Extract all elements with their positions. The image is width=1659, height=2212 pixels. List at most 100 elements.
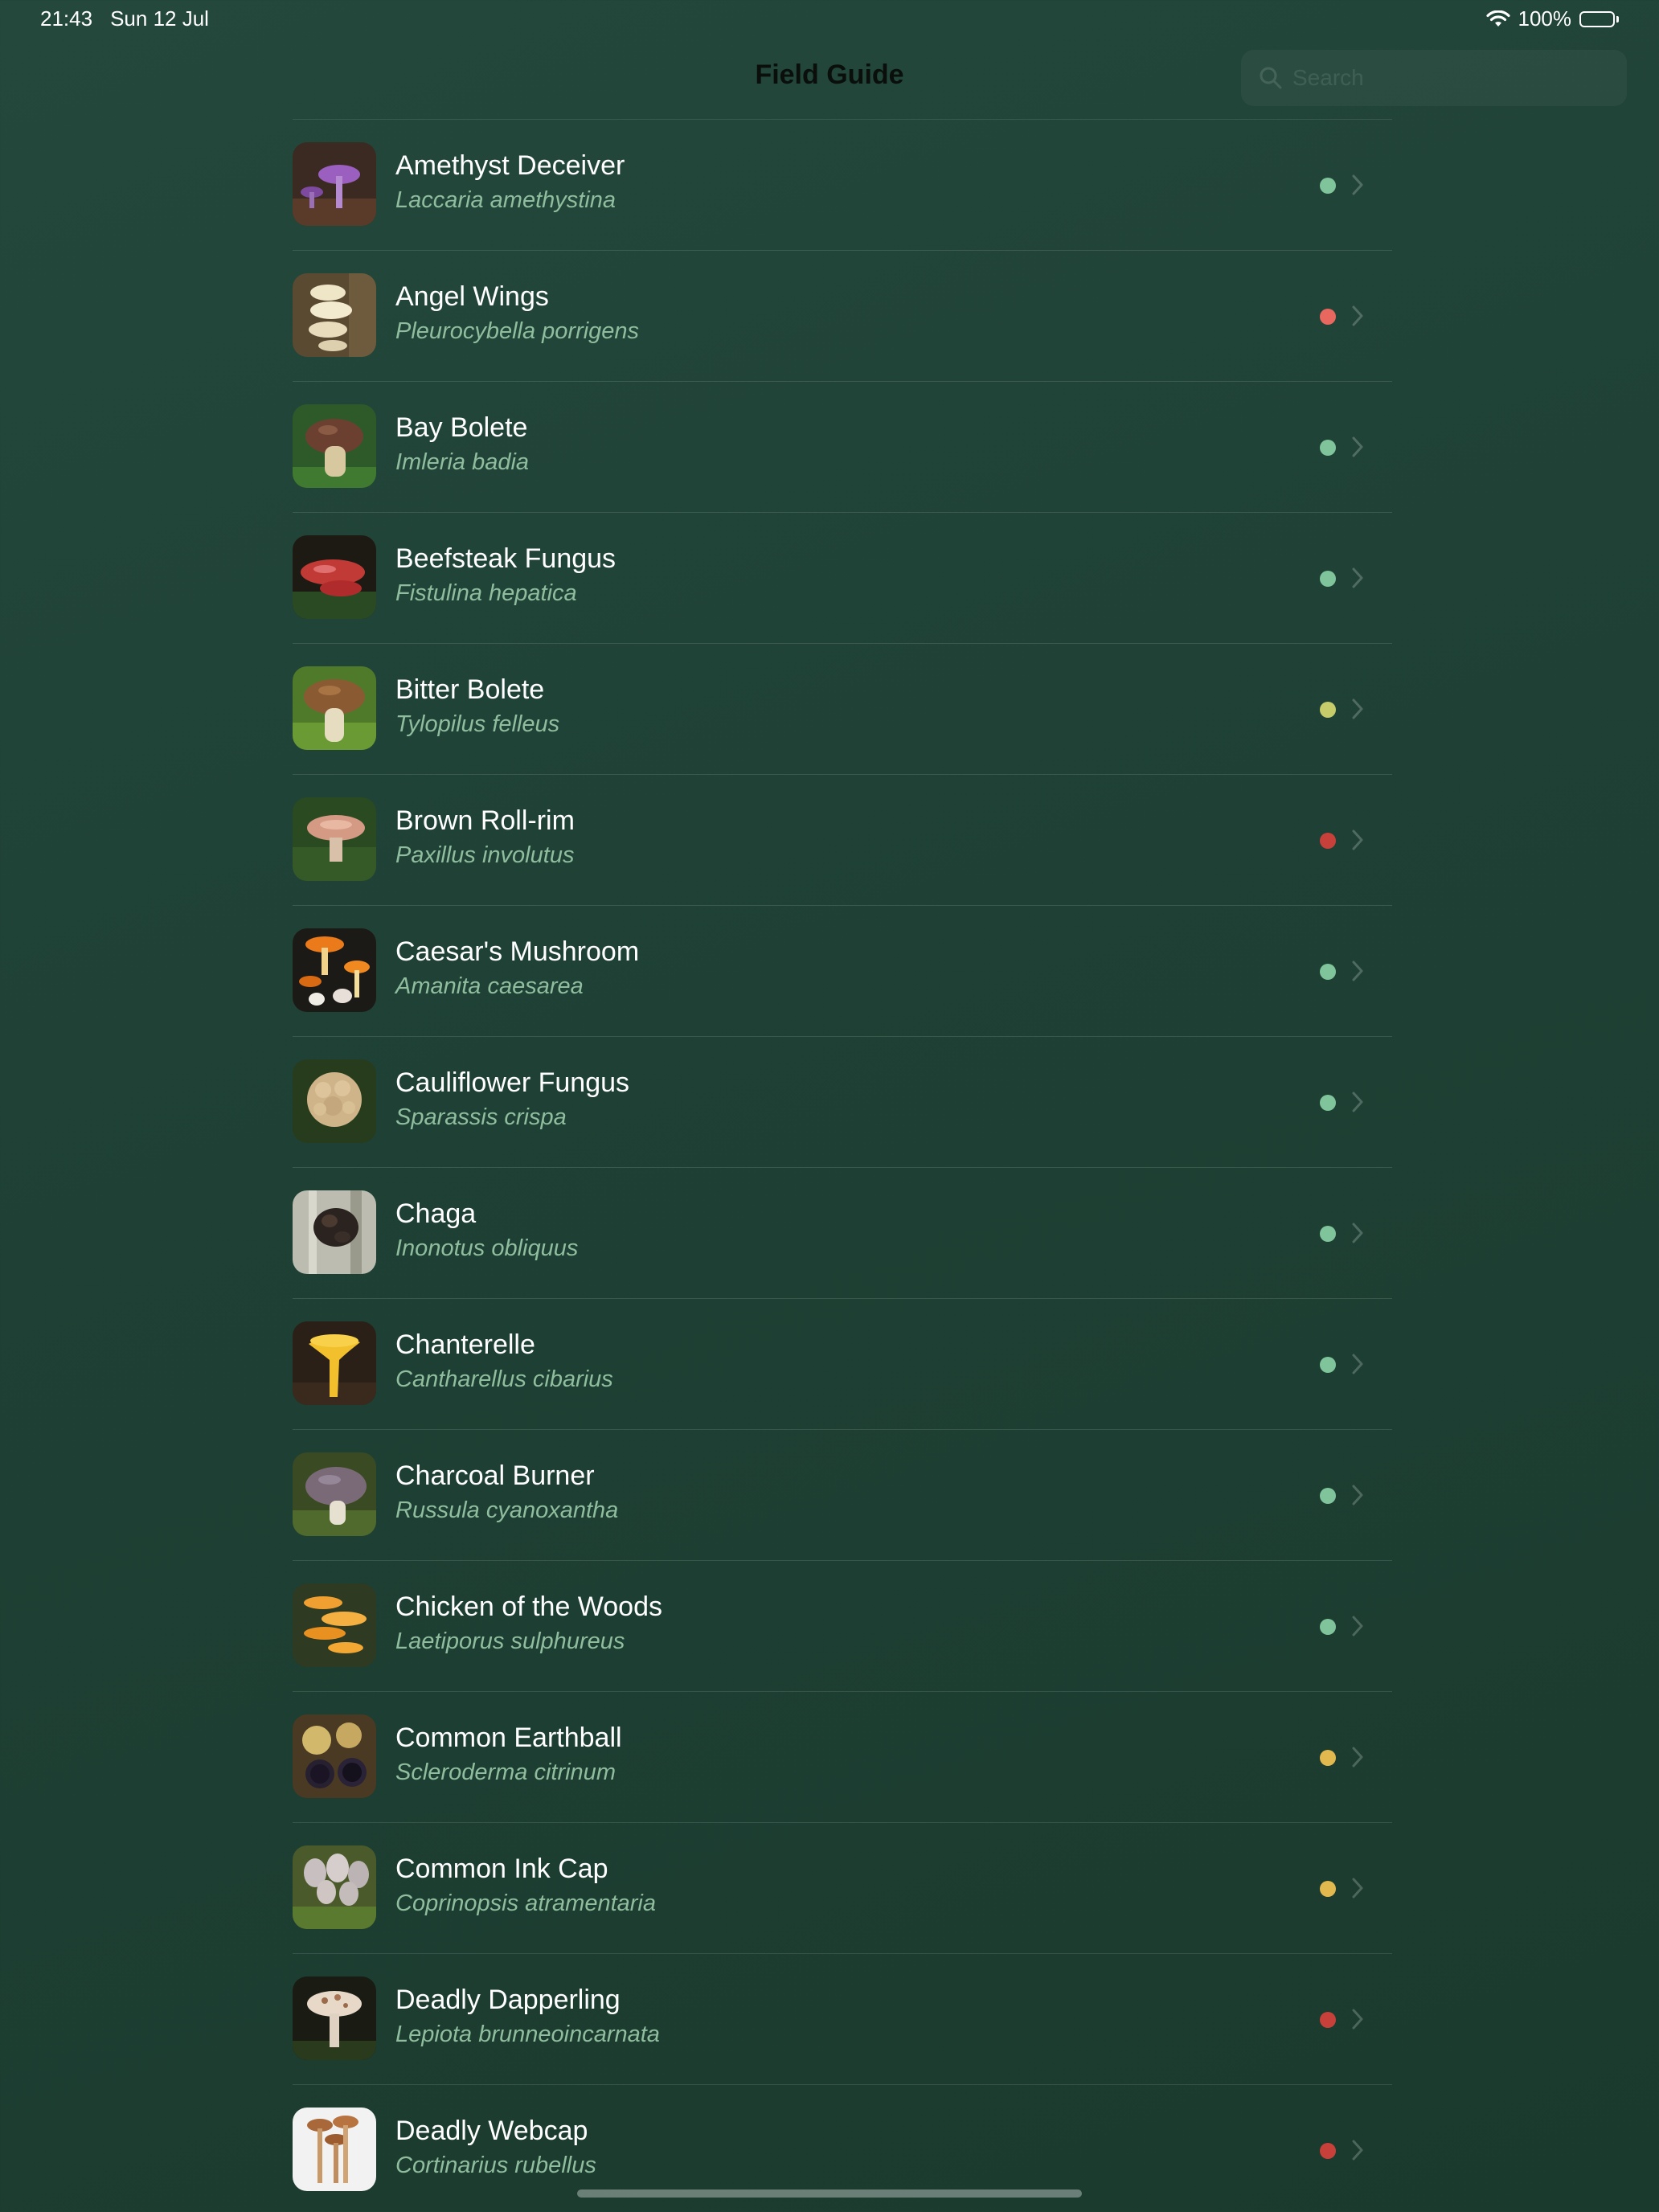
species-common-name: Charcoal Burner — [395, 1460, 595, 1491]
list-item[interactable]: Chanterelle Cantharellus cibarius — [293, 1299, 1392, 1430]
species-latin-name: Cortinarius rubellus — [395, 2153, 596, 2178]
status-bar: 21:43 Sun 12 Jul 100% — [0, 0, 1659, 39]
species-common-name: Brown Roll-rim — [395, 805, 575, 836]
species-latin-name: Laccaria amethystina — [395, 187, 616, 213]
species-latin-name: Paxillus involutus — [395, 842, 575, 868]
chevron-right-icon — [1352, 1616, 1363, 1636]
edibility-status-dot — [1320, 571, 1336, 587]
edibility-status-dot — [1320, 1488, 1336, 1504]
list-item[interactable]: Angel Wings Pleurocybella porrigens — [293, 251, 1392, 382]
edibility-status-dot — [1320, 1881, 1336, 1897]
scaly-mushroom-icon — [293, 1976, 376, 2060]
battery-icon — [1579, 10, 1619, 27]
list-item[interactable]: Amethyst Deceiver Laccaria amethystina — [293, 120, 1392, 251]
status-left: 21:43 Sun 12 Jul — [40, 6, 209, 31]
species-latin-name: Imleria badia — [395, 449, 530, 475]
chevron-right-icon — [1352, 567, 1363, 588]
species-list: Amethyst Deceiver Laccaria amethystina Ang… — [293, 119, 1392, 2212]
grey-mushroom-icon — [293, 1452, 376, 1536]
list-item[interactable]: Chaga Inonotus obliquus — [293, 1168, 1392, 1299]
home-indicator[interactable] — [577, 2189, 1082, 2198]
chevron-right-icon — [1352, 436, 1363, 457]
species-latin-name: Fistulina hepatica — [395, 580, 577, 606]
species-thumbnail — [293, 797, 376, 881]
species-thumbnail — [293, 1976, 376, 2060]
species-thumbnail — [293, 1321, 376, 1405]
yellow-chanterelle-icon — [293, 1321, 376, 1405]
cauliflower-fungus-icon — [293, 1059, 376, 1143]
species-thumbnail — [293, 1452, 376, 1536]
orange-amanita-icon — [293, 928, 376, 1012]
species-thumbnail — [293, 1583, 376, 1667]
edibility-status-dot — [1320, 1226, 1336, 1242]
edibility-status-dot — [1320, 1357, 1336, 1373]
species-latin-name: Cantharellus cibarius — [395, 1366, 613, 1392]
edibility-status-dot — [1320, 1750, 1336, 1766]
list-item[interactable]: Beefsteak Fungus Fistulina hepatica — [293, 513, 1392, 644]
species-common-name: Common Earthball — [395, 1722, 622, 1753]
list-item[interactable]: Cauliflower Fungus Sparassis crispa — [293, 1037, 1392, 1168]
species-common-name: Deadly Dapperling — [395, 1985, 621, 2015]
species-latin-name: Lepiota brunneoincarnata — [395, 2022, 660, 2047]
chevron-right-icon — [1352, 1092, 1363, 1112]
list-item[interactable]: Deadly Dapperling Lepiota brunneoincarnat… — [293, 1954, 1392, 2085]
chevron-right-icon — [1352, 305, 1363, 326]
list-item[interactable]: Bay Bolete Imleria badia — [293, 382, 1392, 513]
edibility-status-dot — [1320, 178, 1336, 194]
status-time: 21:43 — [40, 6, 93, 31]
edibility-status-dot — [1320, 1619, 1336, 1635]
species-common-name: Caesar's Mushroom — [395, 936, 640, 967]
species-latin-name: Sparassis crispa — [395, 1104, 567, 1130]
species-latin-name: Laetiporus sulphureus — [395, 1628, 625, 1654]
edibility-status-dot — [1320, 1095, 1336, 1111]
species-common-name: Common Ink Cap — [395, 1854, 608, 1884]
species-common-name: Chanterelle — [395, 1329, 535, 1360]
species-thumbnail — [293, 2108, 376, 2191]
list-item[interactable]: Caesar's Mushroom Amanita caesarea — [293, 906, 1392, 1037]
status-date: Sun 12 Jul — [110, 6, 209, 31]
species-thumbnail — [293, 1190, 376, 1274]
species-thumbnail — [293, 1714, 376, 1798]
list-item[interactable]: Common Ink Cap Coprinopsis atramentaria — [293, 1823, 1392, 1954]
species-common-name: Chicken of the Woods — [395, 1591, 662, 1622]
list-item[interactable]: Common Earthball Scleroderma citrinum — [293, 1692, 1392, 1823]
species-thumbnail — [293, 535, 376, 619]
black-growth-icon — [293, 1190, 376, 1274]
chevron-right-icon — [1352, 1223, 1363, 1243]
chevron-right-icon — [1352, 1485, 1363, 1505]
species-thumbnail — [293, 1845, 376, 1929]
wifi-icon — [1485, 10, 1510, 28]
chevron-right-icon — [1352, 174, 1363, 195]
red-bracket-icon — [293, 535, 376, 619]
list-item[interactable]: Charcoal Burner Russula cyanoxantha — [293, 1430, 1392, 1561]
species-latin-name: Coprinopsis atramentaria — [395, 1890, 656, 1916]
search-input[interactable] — [1241, 50, 1627, 106]
edibility-status-dot — [1320, 2143, 1336, 2159]
edibility-status-dot — [1320, 2012, 1336, 2028]
species-thumbnail — [293, 404, 376, 488]
species-common-name: Deadly Webcap — [395, 2116, 588, 2146]
species-common-name: Bay Bolete — [395, 412, 528, 443]
species-latin-name: Inonotus obliquus — [395, 1235, 579, 1261]
species-thumbnail — [293, 142, 376, 226]
species-latin-name: Scleroderma citrinum — [395, 1759, 616, 1785]
list-item[interactable]: Brown Roll-rim Paxillus involutus — [293, 775, 1392, 906]
chevron-right-icon — [1352, 2140, 1363, 2161]
battery-percent: 100% — [1518, 6, 1572, 31]
species-common-name: Amethyst Deceiver — [395, 150, 625, 181]
species-latin-name: Amanita caesarea — [395, 973, 584, 999]
species-latin-name: Pleurocybella porrigens — [395, 318, 640, 344]
species-common-name: Chaga — [395, 1198, 477, 1229]
chevron-right-icon — [1352, 961, 1363, 981]
webcap-cluster-icon — [293, 2108, 376, 2191]
earthball-icon — [293, 1714, 376, 1798]
chevron-right-icon — [1352, 1354, 1363, 1374]
species-latin-name: Russula cyanoxantha — [395, 1497, 619, 1523]
species-common-name: Cauliflower Fungus — [395, 1067, 630, 1098]
list-item[interactable]: Chicken of the Woods Laetiporus sulphureu… — [293, 1561, 1392, 1692]
chevron-right-icon — [1352, 2009, 1363, 2030]
ink-cap-icon — [293, 1845, 376, 1929]
search-field[interactable] — [1241, 50, 1627, 106]
list-item[interactable]: Bitter Bolete Tylopilus felleus — [293, 644, 1392, 775]
orange-shelf-icon — [293, 1583, 376, 1667]
